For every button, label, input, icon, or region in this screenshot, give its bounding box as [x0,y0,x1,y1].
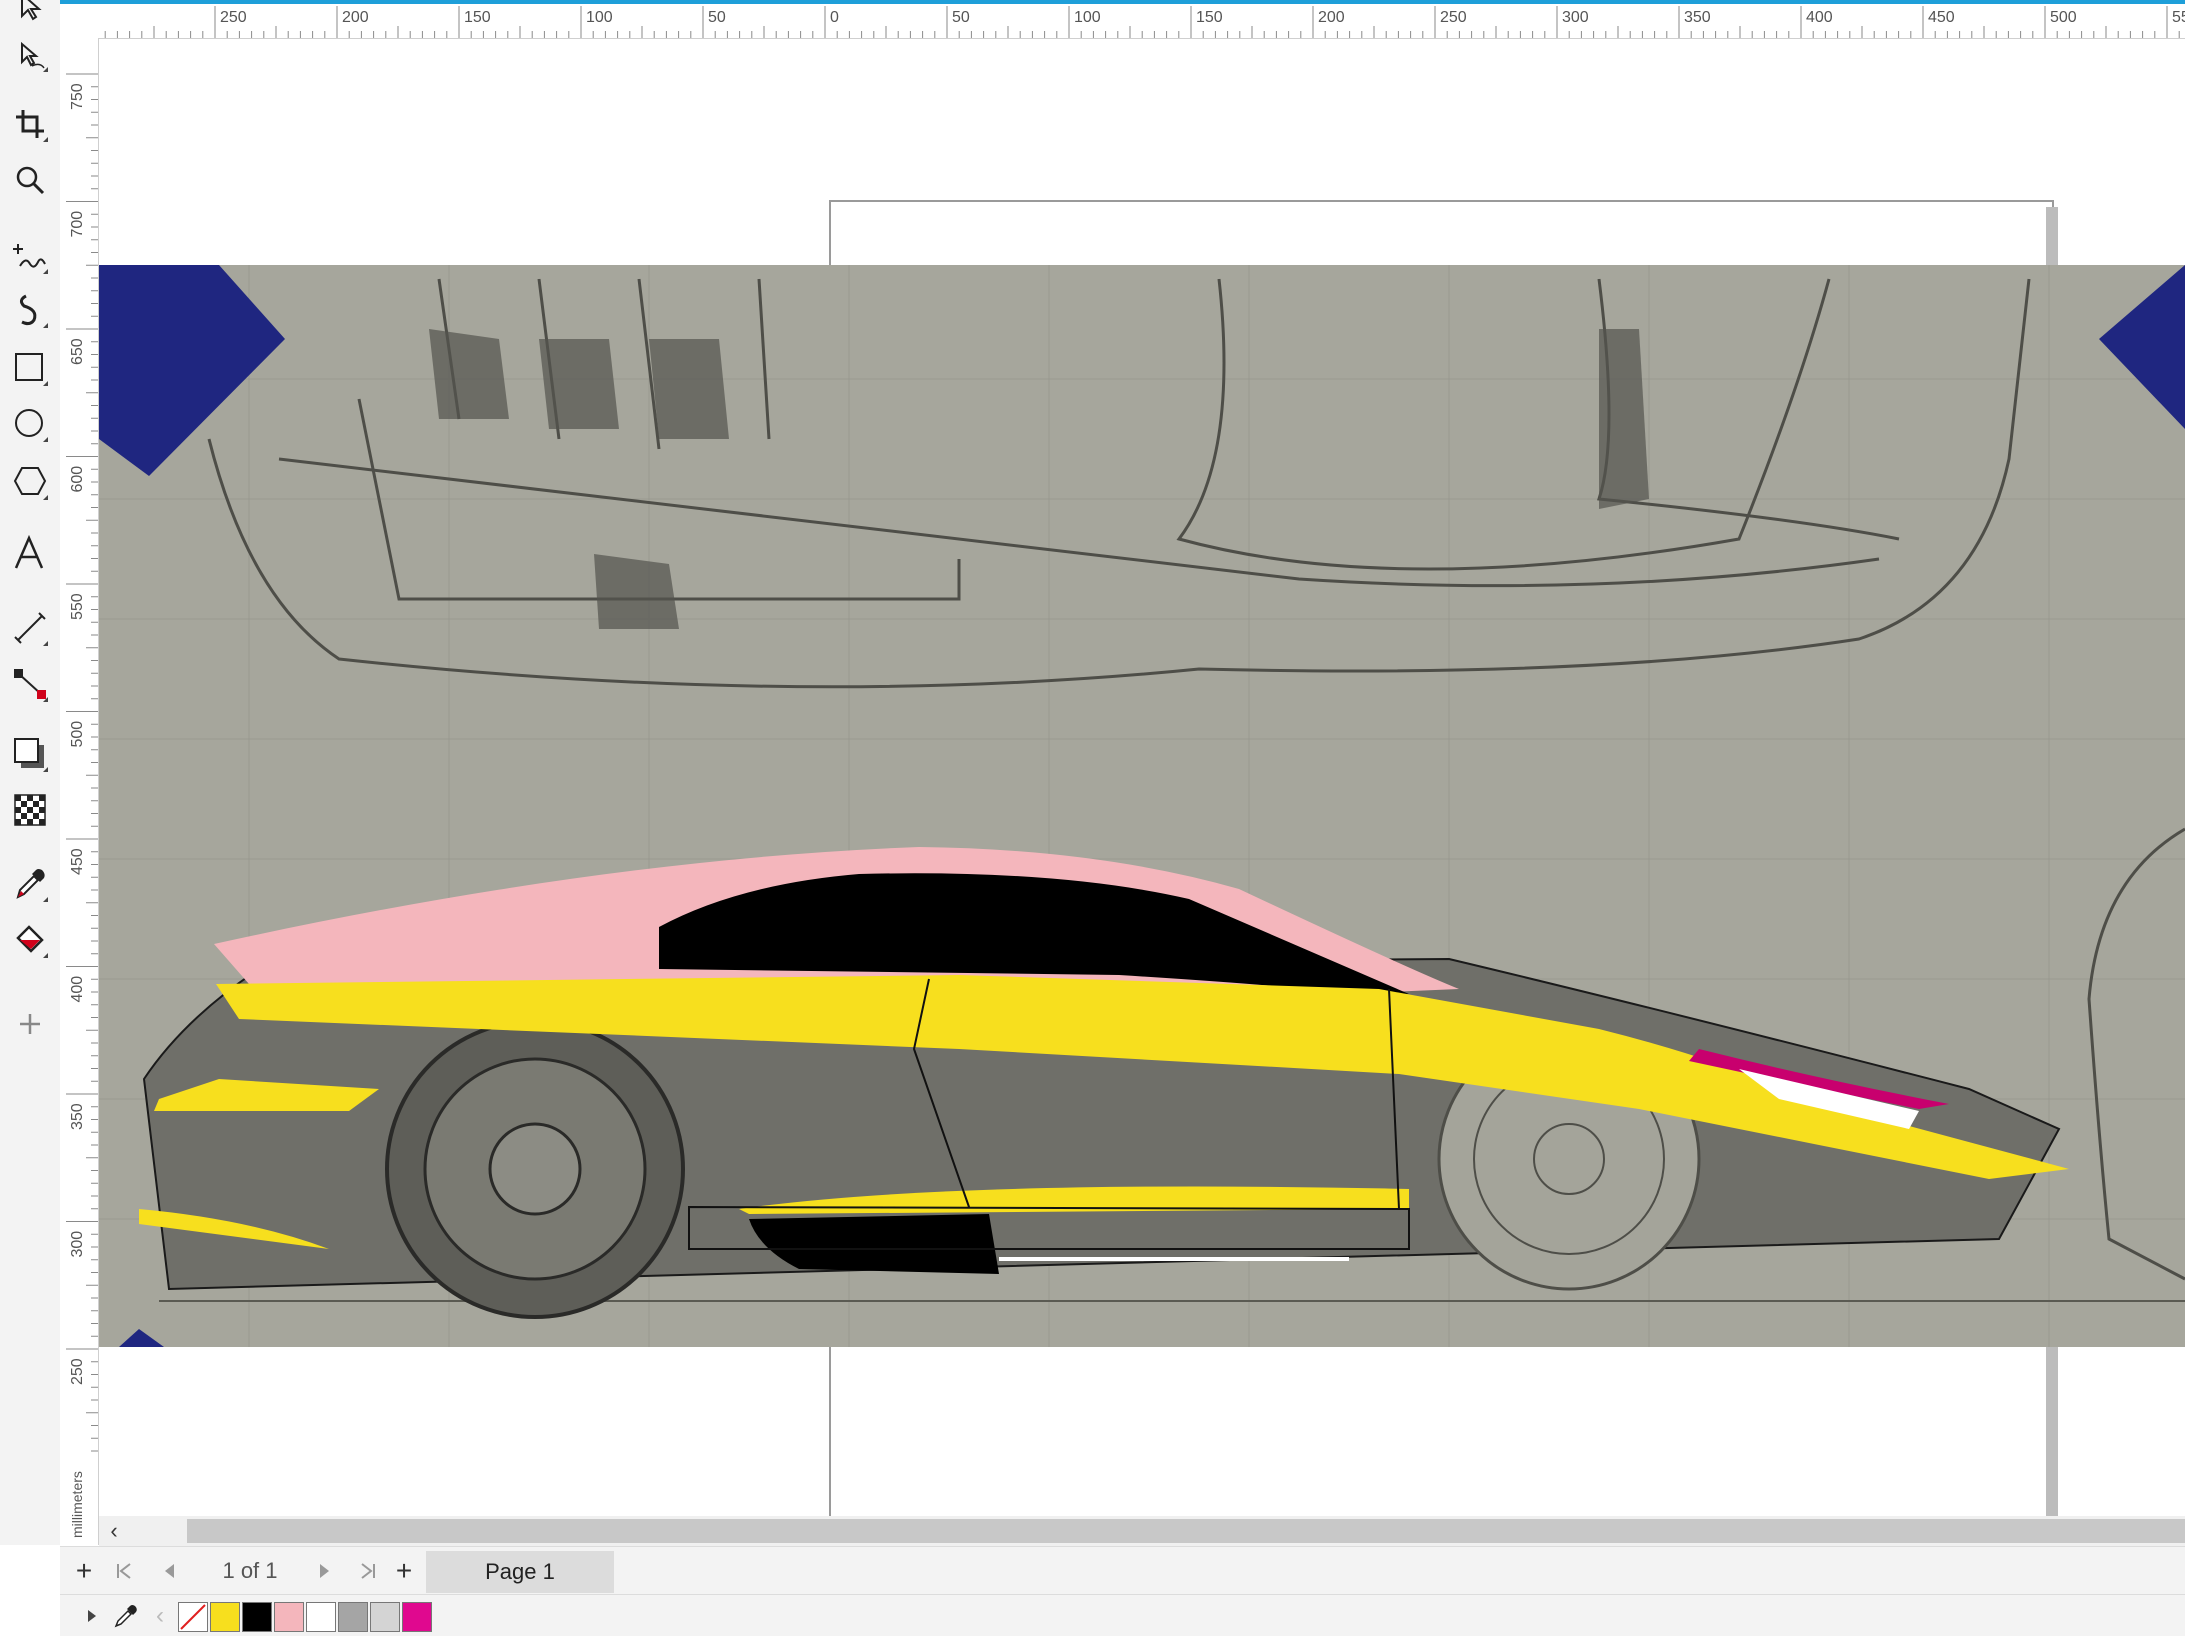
horizontal-ruler[interactable]: 250 200 150 100 50 0 50 100 150 200 250 300 350 400 45… [60,0,2185,39]
ruler-label: 100 [1074,9,1101,26]
ruler-label: 550 [2172,9,2185,26]
add-page-after-icon[interactable]: + [386,1547,422,1595]
toolbox [0,0,61,1545]
text-icon [14,534,44,569]
first-page-button[interactable] [106,1547,142,1595]
horizontal-ruler-ticks: 250 200 150 100 50 0 50 100 150 200 250 300 350 400 45… [104,6,2185,38]
ruler-label: 450 [1928,9,1955,26]
palette-eyedropper-button[interactable] [110,1595,142,1636]
crop-tool[interactable] [6,100,54,148]
ruler-label: 200 [1318,9,1345,26]
last-page-button[interactable] [350,1547,386,1595]
no-color-icon [180,1604,206,1630]
previous-page-icon [165,1564,174,1578]
ruler-label: 0 [830,9,839,26]
zoom-tool[interactable] [6,156,54,204]
ruler-label: 50 [708,9,726,26]
ruler-label: 150 [464,9,491,26]
triangle-right-icon [88,1609,96,1622]
ruler-label: 750 [69,83,86,110]
ruler-label: 400 [69,976,86,1003]
ruler-label: 650 [69,338,86,365]
color-palette-bar: ‹ [60,1594,2185,1636]
total-pages: 1 [265,1558,278,1583]
plus-icon [20,1014,40,1034]
ruler-label: 300 [69,1231,86,1258]
shape-tool[interactable] [6,30,54,78]
vertical-ruler[interactable]: 750 700 650 600 550 500 450 400 350 300 250 millime… [60,38,99,1545]
horizontal-scrollbar[interactable]: ‹ [99,1516,2185,1546]
text-tool[interactable] [6,530,54,578]
ruler-label: 450 [69,848,86,875]
page-tab[interactable]: Page 1 [426,1551,614,1593]
page-of-label: of [240,1558,260,1583]
color-swatch[interactable] [242,1602,272,1632]
connector-tool[interactable] [6,660,54,708]
ruler-label: 350 [69,1103,86,1130]
palette-scroll-left-icon[interactable]: ‹ [148,1595,172,1636]
pointer-icon [21,0,42,21]
artwork [99,200,2185,1516]
color-swatch[interactable] [370,1602,400,1632]
color-swatch[interactable] [274,1602,304,1632]
ruler-label: 700 [69,211,86,238]
color-swatch[interactable] [402,1602,432,1632]
ruler-unit-label: millimeters [69,1471,85,1538]
ruler-label: 550 [69,593,86,620]
rectangle-tool[interactable] [6,344,54,392]
transparency-tool[interactable] [6,786,54,834]
scroll-left-arrow-icon[interactable]: ‹ [99,1516,129,1546]
rear-wheel [385,1019,685,1319]
ruler-label: 250 [1440,9,1467,26]
ruler-label: 250 [69,1358,86,1385]
color-swatch[interactable] [338,1602,368,1632]
ruler-label: 600 [69,466,86,493]
ruler-label: 350 [1684,9,1711,26]
ruler-label: 100 [586,9,613,26]
ruler-label: 200 [342,9,369,26]
next-page-button[interactable] [306,1547,342,1595]
drop-shadow-tool[interactable] [6,730,54,778]
scanned-sketch-image[interactable] [99,265,2185,1347]
color-swatch[interactable] [210,1602,240,1632]
vertical-ruler-ticks: 750 700 650 600 550 500 450 400 350 300 250 millime… [66,73,98,1538]
page-navigator: + 1 of 1 + Page 1 [60,1546,2185,1595]
polygon-tool[interactable] [6,458,54,506]
last-page-icon [361,1563,375,1579]
ruler-label: 150 [1196,9,1223,26]
pick-tool[interactable] [6,0,54,30]
current-page: 1 [222,1558,235,1583]
eyedropper-icon [114,1604,137,1627]
ruler-label: 500 [69,721,86,748]
add-tool[interactable] [6,1000,54,1048]
artistic-media-tool[interactable] [6,286,54,334]
first-page-icon [117,1563,131,1579]
next-page-icon [320,1564,329,1578]
ruler-label: 50 [952,9,970,26]
checkerboard-icon [14,794,46,826]
parallel-dimension-tool[interactable] [6,604,54,652]
ruler-label: 400 [1806,9,1833,26]
no-color-swatch[interactable] [178,1602,208,1632]
ruler-label: 500 [2050,9,2077,26]
ruler-label: 300 [1562,9,1589,26]
ellipse-tool[interactable] [6,400,54,448]
add-page-before-icon[interactable]: + [66,1547,102,1595]
color-swatch[interactable] [306,1602,336,1632]
palette-expand-icon[interactable] [80,1595,104,1636]
freehand-tool[interactable] [6,232,54,280]
previous-page-button[interactable] [152,1547,188,1595]
ruler-label: 250 [220,9,247,26]
scrollbar-thumb[interactable] [187,1519,2185,1543]
interactive-fill-tool[interactable] [6,916,54,964]
drawing-canvas[interactable] [99,39,2185,1516]
eyedropper-tool[interactable] [6,860,54,908]
page-count: 1 of 1 [200,1547,300,1595]
magnifier-icon [16,166,45,195]
